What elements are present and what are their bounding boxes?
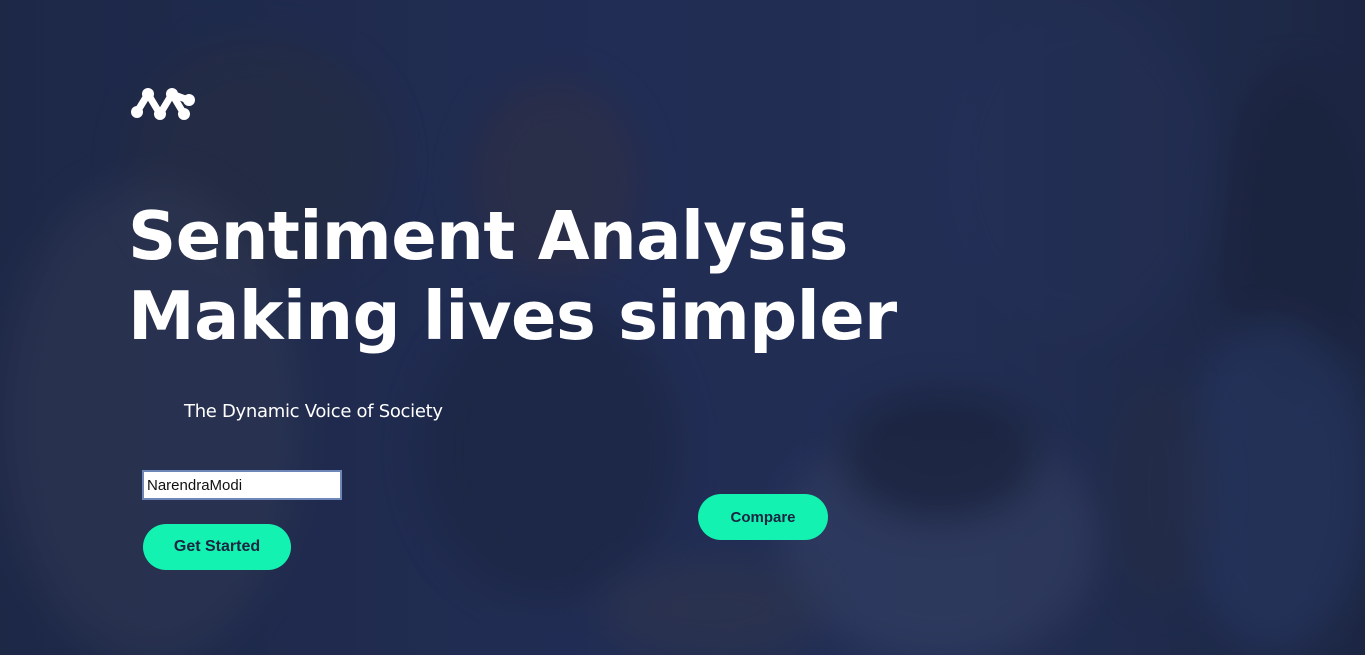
page-title-line-1: Sentiment Analysis <box>128 197 848 275</box>
tagline: The Dynamic Voice of Society <box>184 401 443 422</box>
page-title-line-2: Making lives simpler <box>128 277 897 355</box>
compare-button[interactable]: Compare <box>698 494 828 540</box>
page-title: Sentiment Analysis Making lives simpler <box>128 196 897 356</box>
network-nodes-icon <box>128 82 196 124</box>
search-input[interactable] <box>142 470 342 500</box>
get-started-button[interactable]: Get Started <box>143 524 291 570</box>
